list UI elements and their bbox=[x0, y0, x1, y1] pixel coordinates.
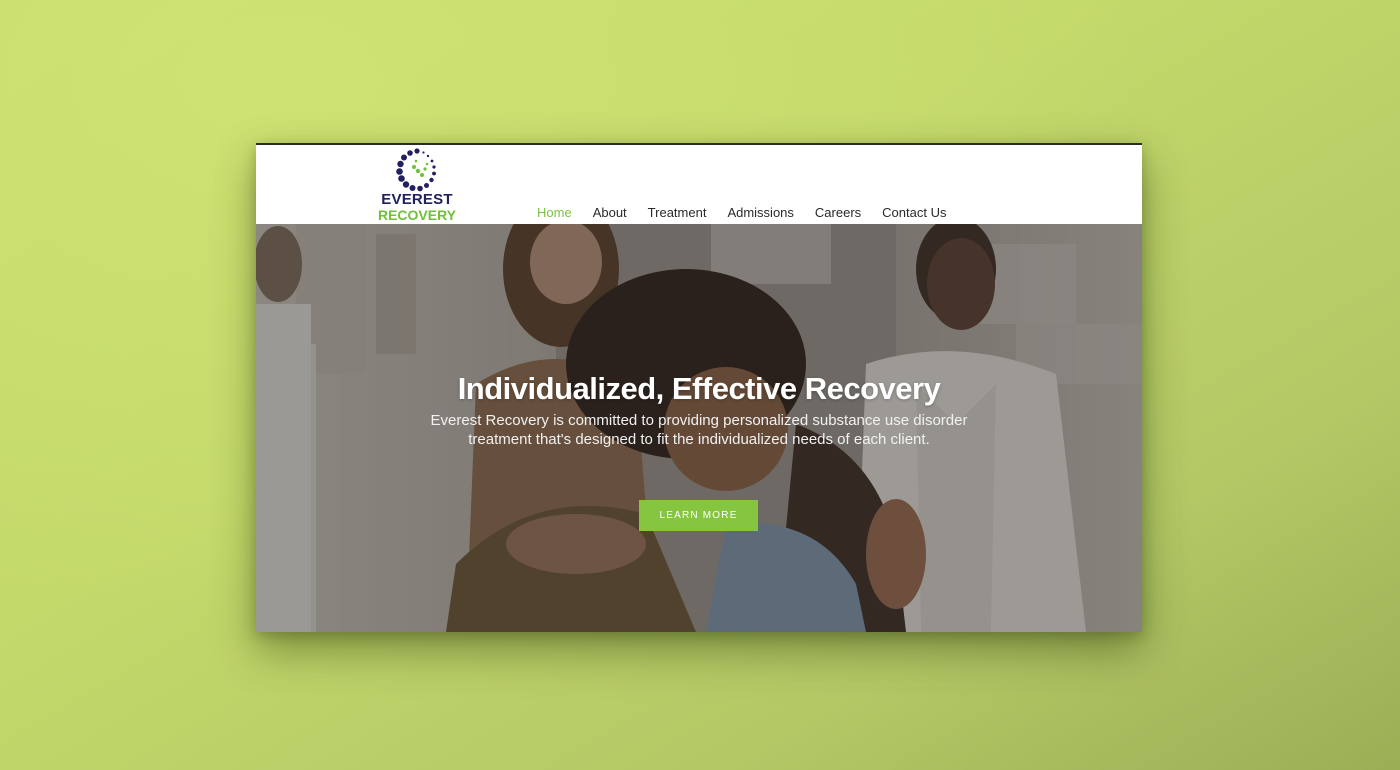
hero-subtitle: Everest Recovery is committed to providi… bbox=[430, 412, 968, 448]
website-screenshot: EVEREST RECOVERY Home About Treatment Ad… bbox=[256, 143, 1142, 632]
logo-text-recovery: RECOVERY bbox=[377, 207, 457, 223]
nav-item-careers[interactable]: Careers bbox=[815, 205, 861, 220]
logo-text-everest: EVEREST bbox=[381, 191, 453, 208]
site-header: EVEREST RECOVERY Home About Treatment Ad… bbox=[256, 145, 1142, 224]
main-nav: Home About Treatment Admissions Careers … bbox=[537, 202, 946, 222]
site-logo[interactable]: EVEREST RECOVERY bbox=[372, 147, 462, 225]
nav-item-admissions[interactable]: Admissions bbox=[727, 205, 793, 220]
hero-title: Individualized, Effective Recovery bbox=[457, 371, 941, 406]
logo-dots-icon bbox=[396, 148, 436, 192]
nav-item-treatment[interactable]: Treatment bbox=[648, 205, 707, 220]
nav-item-home[interactable]: Home bbox=[537, 205, 572, 220]
nav-item-contact-us[interactable]: Contact Us bbox=[882, 205, 946, 220]
hero-section: Individualized, Effective Recovery Evere… bbox=[256, 224, 1142, 632]
nav-item-about[interactable]: About bbox=[593, 205, 627, 220]
learn-more-button[interactable]: LEARN MORE bbox=[639, 500, 758, 531]
